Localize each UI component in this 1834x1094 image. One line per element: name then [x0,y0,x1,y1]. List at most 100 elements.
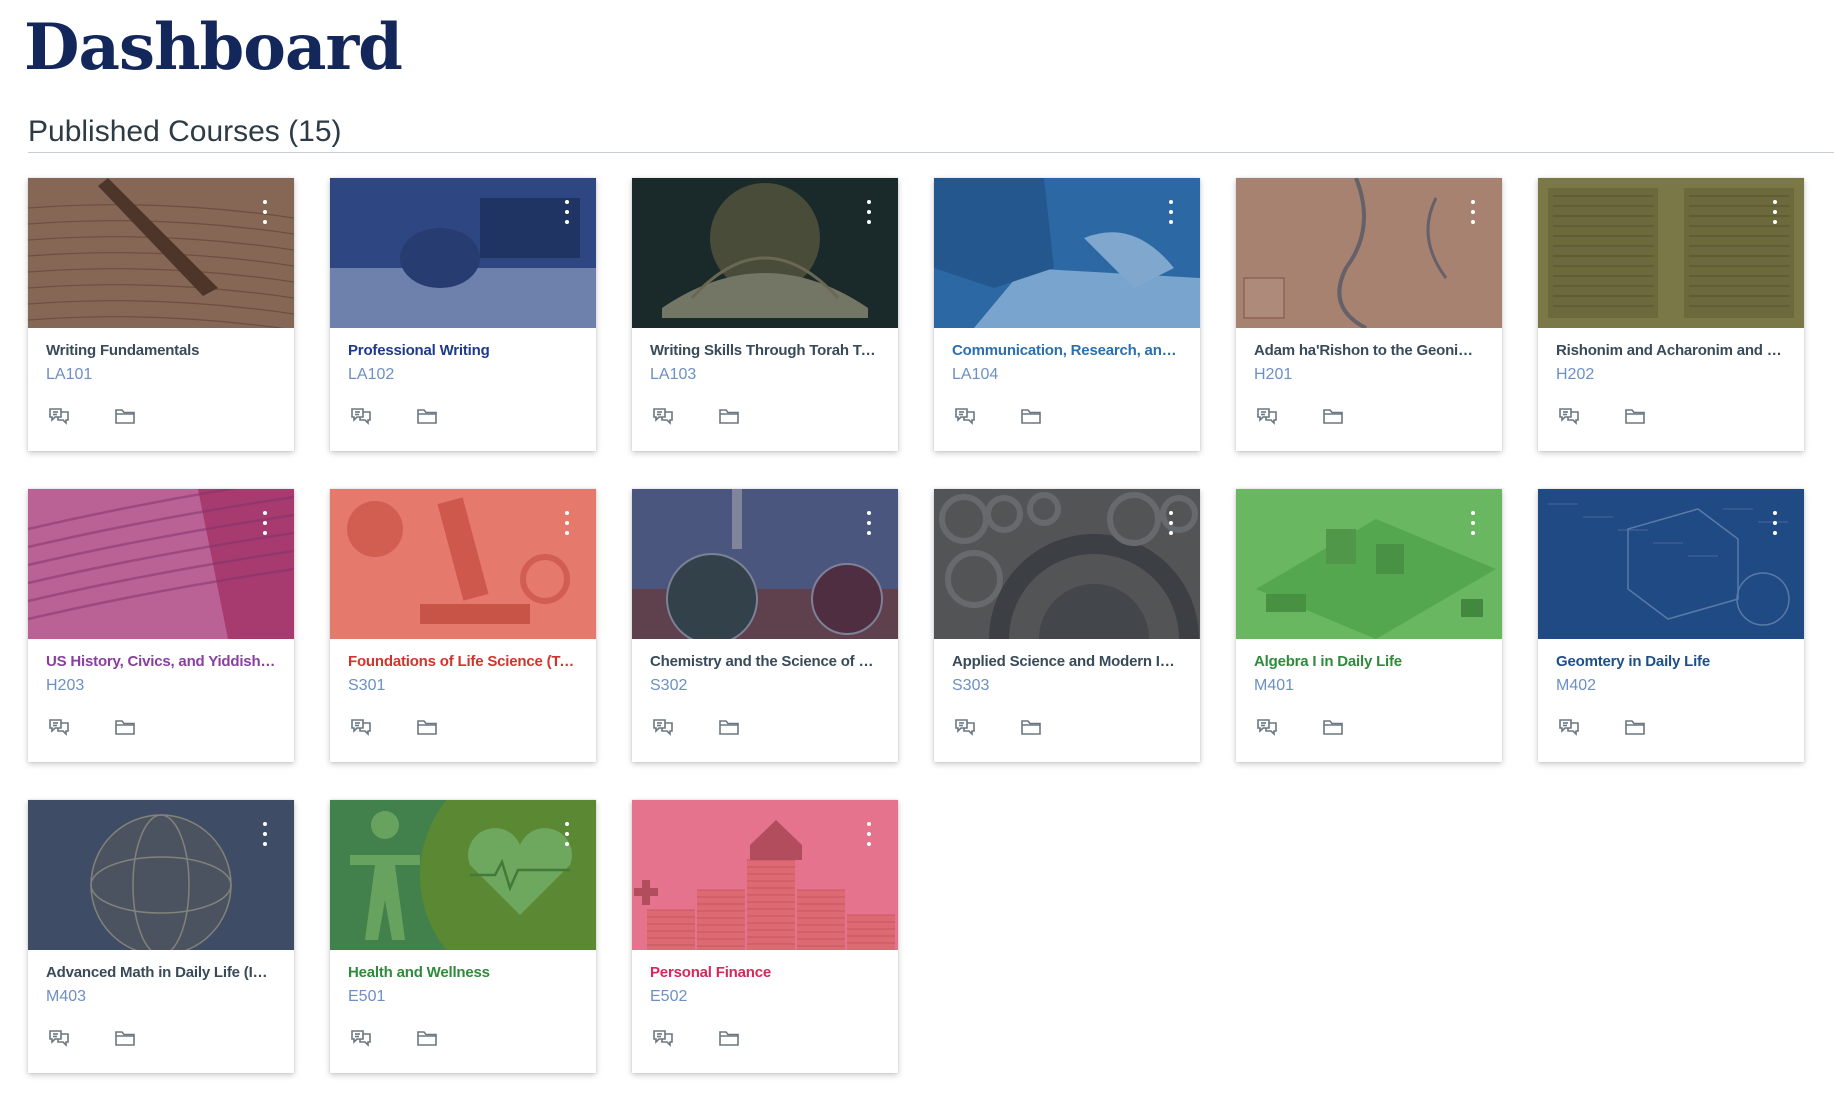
folder-icon[interactable] [114,406,136,426]
course-title-link[interactable]: Algebra I in Daily Life [1254,652,1484,672]
course-card-hero[interactable] [934,489,1200,639]
folder-icon[interactable] [1322,717,1344,737]
kebab-menu-icon[interactable] [1164,509,1178,537]
course-title-link[interactable]: Chemistry and the Science of Matt... [650,652,880,672]
kebab-menu-icon[interactable] [1768,509,1782,537]
announcements-icon[interactable] [350,1028,372,1048]
course-card-hero[interactable] [28,800,294,950]
course-card-s302[interactable]: Chemistry and the Science of Matt... S30… [632,489,898,762]
announcements-icon[interactable] [954,717,976,737]
course-title-link[interactable]: Personal Finance [650,963,880,983]
course-title-link[interactable]: Communication, Research, and Wr... [952,341,1182,361]
course-card-la101[interactable]: Writing Fundamentals LA101 [28,178,294,451]
kebab-menu-icon[interactable] [1164,198,1178,226]
kebab-menu-icon[interactable] [258,509,272,537]
course-color-overlay [28,178,294,328]
course-card-h201[interactable]: Adam ha'Rishon to the Geonim an... H201 [1236,178,1502,451]
announcements-icon[interactable] [350,717,372,737]
kebab-menu-icon[interactable] [862,198,876,226]
folder-icon[interactable] [718,717,740,737]
announcements-icon[interactable] [48,717,70,737]
folder-icon[interactable] [718,406,740,426]
course-card-body: Foundations of Life Science (Topic... S3… [330,639,596,762]
folder-icon[interactable] [114,1028,136,1048]
course-title-link[interactable]: Foundations of Life Science (Topic... [348,652,578,672]
course-title-link[interactable]: Applied Science and Modern Inno... [952,652,1182,672]
folder-icon[interactable] [416,406,438,426]
folder-icon[interactable] [1020,717,1042,737]
announcements-icon[interactable] [1256,406,1278,426]
kebab-menu-icon[interactable] [560,509,574,537]
course-card-body: Writing Skills Through Torah Topics LA10… [632,328,898,451]
course-card-m401[interactable]: Algebra I in Daily Life M401 [1236,489,1502,762]
course-card-la102[interactable]: Professional Writing LA102 [330,178,596,451]
announcements-icon[interactable] [1558,406,1580,426]
course-card-h202[interactable]: Rishonim and Acharonim and their... H202 [1538,178,1804,451]
course-card-hero[interactable] [28,489,294,639]
announcements-icon[interactable] [350,406,372,426]
folder-icon[interactable] [1020,406,1042,426]
announcements-icon[interactable] [652,1028,674,1048]
course-title-link[interactable]: Geomtery in Daily Life [1556,652,1786,672]
course-card-hero[interactable] [934,178,1200,328]
course-card-hero[interactable] [330,178,596,328]
course-code: LA103 [650,366,697,383]
kebab-menu-icon[interactable] [1466,198,1480,226]
course-title-link[interactable]: Writing Fundamentals [46,341,276,361]
kebab-menu-icon[interactable] [258,198,272,226]
announcements-icon[interactable] [652,406,674,426]
course-card-m403[interactable]: Advanced Math in Daily Life (Intro... M4… [28,800,294,1073]
announcements-icon[interactable] [48,406,70,426]
course-color-overlay [632,489,898,639]
kebab-menu-icon[interactable] [560,198,574,226]
folder-icon[interactable] [718,1028,740,1048]
course-card-la104[interactable]: Communication, Research, and Wr... LA104 [934,178,1200,451]
course-card-hero[interactable] [1236,489,1502,639]
course-card-h203[interactable]: US History, Civics, and Yiddishkeit... H… [28,489,294,762]
kebab-menu-icon[interactable] [862,509,876,537]
course-card-body: US History, Civics, and Yiddishkeit... H… [28,639,294,762]
course-card-s301[interactable]: Foundations of Life Science (Topic... S3… [330,489,596,762]
course-card-hero[interactable] [632,178,898,328]
course-title-link[interactable]: Adam ha'Rishon to the Geonim an... [1254,341,1484,361]
folder-icon[interactable] [1322,406,1344,426]
course-card-e502[interactable]: Personal Finance E502 [632,800,898,1073]
folder-icon[interactable] [114,717,136,737]
course-card-body: Rishonim and Acharonim and their... H202 [1538,328,1804,451]
course-card-hero[interactable] [330,800,596,950]
folder-icon[interactable] [416,717,438,737]
announcements-icon[interactable] [48,1028,70,1048]
course-card-s303[interactable]: Applied Science and Modern Inno... S303 [934,489,1200,762]
kebab-menu-icon[interactable] [1768,198,1782,226]
course-card-hero[interactable] [28,178,294,328]
course-title-link[interactable]: Writing Skills Through Torah Topics [650,341,880,361]
course-card-hero[interactable] [632,489,898,639]
folder-icon[interactable] [1624,406,1646,426]
course-card-hero[interactable] [330,489,596,639]
course-card-e501[interactable]: Health and Wellness E501 [330,800,596,1073]
course-card-actions [1558,406,1646,426]
course-title-link[interactable]: Health and Wellness [348,963,578,983]
course-title-link[interactable]: Advanced Math in Daily Life (Intro... [46,963,276,983]
course-card-hero[interactable] [1538,489,1804,639]
course-card-body: Advanced Math in Daily Life (Intro... M4… [28,950,294,1073]
kebab-menu-icon[interactable] [862,820,876,848]
course-card-m402[interactable]: Geomtery in Daily Life M402 [1538,489,1804,762]
course-card-body: Personal Finance E502 [632,950,898,1073]
kebab-menu-icon[interactable] [258,820,272,848]
folder-icon[interactable] [416,1028,438,1048]
course-title-link[interactable]: US History, Civics, and Yiddishkeit... [46,652,276,672]
course-title-link[interactable]: Professional Writing [348,341,578,361]
course-card-hero[interactable] [632,800,898,950]
announcements-icon[interactable] [1256,717,1278,737]
announcements-icon[interactable] [954,406,976,426]
announcements-icon[interactable] [652,717,674,737]
announcements-icon[interactable] [1558,717,1580,737]
kebab-menu-icon[interactable] [560,820,574,848]
course-card-la103[interactable]: Writing Skills Through Torah Topics LA10… [632,178,898,451]
course-card-hero[interactable] [1538,178,1804,328]
course-card-hero[interactable] [1236,178,1502,328]
course-title-link[interactable]: Rishonim and Acharonim and their... [1556,341,1786,361]
kebab-menu-icon[interactable] [1466,509,1480,537]
folder-icon[interactable] [1624,717,1646,737]
